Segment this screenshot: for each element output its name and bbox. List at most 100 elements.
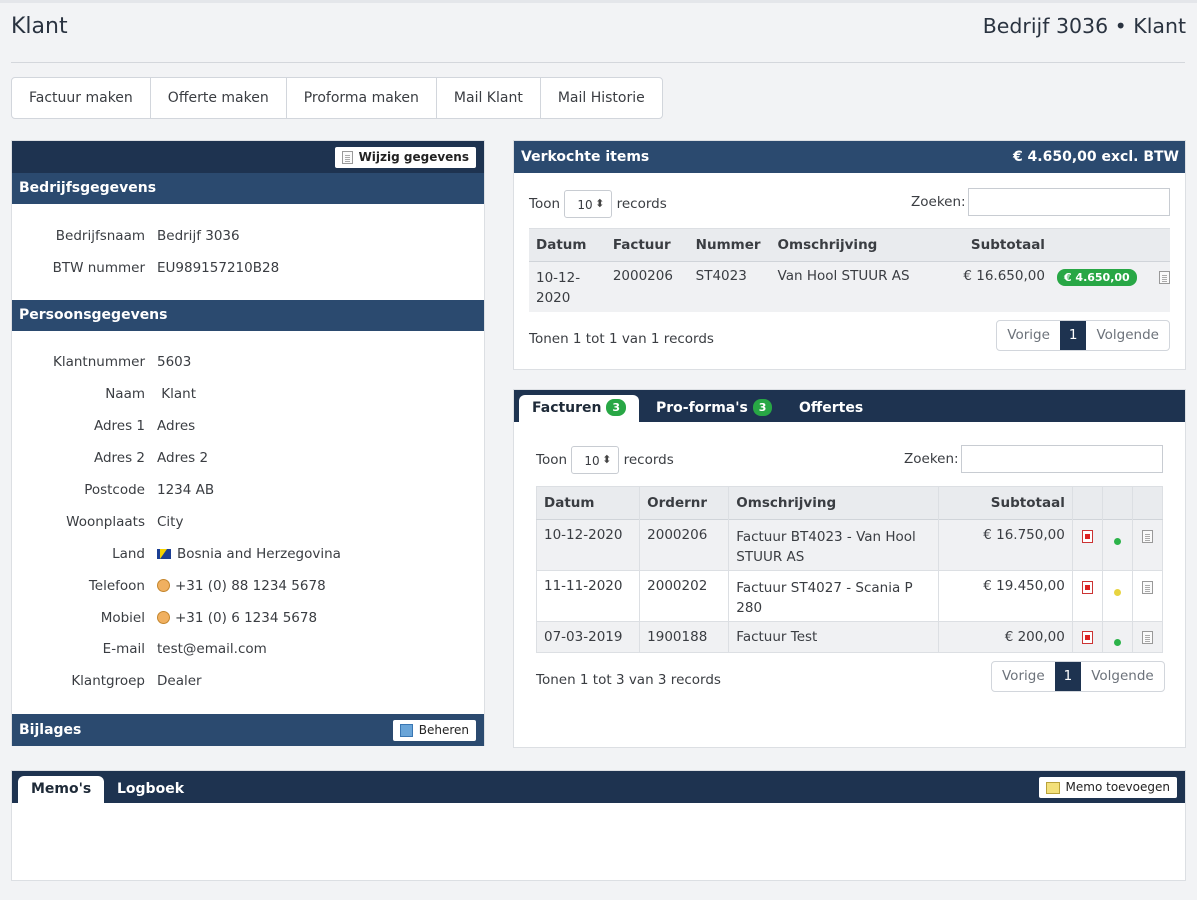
mobile-number: +31 (0) 6 1234 5678	[175, 610, 318, 626]
pdf-icon[interactable]	[1081, 530, 1093, 543]
sold-pagination: Vorige 1 Volgende	[996, 320, 1170, 351]
address1-label: Adres 1	[93, 418, 145, 434]
tab-proformas[interactable]: Pro-forma's 3	[643, 395, 785, 422]
row-subtotal: € 16.750,00	[938, 519, 1073, 571]
sold-items-panel: Verkochte items € 4.650,00 excl. BTW Too…	[513, 140, 1186, 370]
customer-group-label: Klantgroep	[71, 673, 145, 689]
table-row: 11-11-2020 2000202 Factuur ST4027 - Scan…	[536, 570, 1163, 622]
col-subtotal[interactable]: Subtotaal	[938, 486, 1073, 520]
sold-search-label: Zoeken:	[911, 194, 966, 210]
invoices-pagination: Vorige 1 Volgende	[991, 661, 1165, 692]
city-value: City	[157, 514, 184, 530]
tab-quotes[interactable]: Offertes	[786, 395, 876, 422]
vat-number-label: BTW nummer	[52, 260, 145, 276]
row-date: 07-03-2019	[536, 621, 641, 653]
mail-history-button[interactable]: Mail Historie	[541, 78, 662, 118]
sold-table-info: Tonen 1 tot 1 van 1 records	[529, 331, 714, 347]
page-subtitle: Bedrijf 3036 • Klant	[982, 14, 1186, 38]
col-invoice[interactable]: Factuur	[613, 229, 696, 262]
phone-number: +31 (0) 88 1234 5678	[175, 578, 326, 594]
row-order: 1900188	[639, 621, 730, 653]
company-name-value: Bedrijf 3036	[157, 228, 240, 244]
divider	[11, 62, 1185, 63]
document-icon[interactable]	[1141, 530, 1153, 543]
col-date[interactable]: Datum	[536, 486, 641, 520]
page-1-button[interactable]: 1	[1054, 662, 1082, 691]
pdf-icon[interactable]	[1081, 581, 1093, 594]
show-label: Toon	[529, 196, 561, 212]
row-description: Factuur BT4023 - Van Hool STUUR AS	[728, 519, 939, 571]
col-date[interactable]: Datum	[529, 229, 613, 262]
page-size-select[interactable]: 10	[564, 190, 613, 218]
tab-invoices[interactable]: Facturen 3	[519, 395, 640, 422]
mobile-value[interactable]: +31 (0) 6 1234 5678	[157, 610, 317, 626]
email-value[interactable]: test@email.com	[157, 641, 267, 657]
show-label: Toon	[536, 452, 568, 468]
next-page-button[interactable]: Volgende	[1081, 662, 1164, 691]
row-order: 2000202	[639, 570, 730, 622]
company-section-header: Bedrijfsgegevens	[12, 173, 484, 204]
col-subtotal[interactable]: Subtotaal	[931, 229, 1045, 262]
proformas-count-badge: 3	[752, 399, 773, 416]
col-description[interactable]: Omschrijving	[728, 486, 939, 520]
phone-icon	[157, 579, 170, 592]
tab-logbook[interactable]: Logboek	[104, 776, 197, 803]
row-subtotal: € 19.450,00	[938, 570, 1073, 622]
page-size-select[interactable]: 10	[571, 446, 620, 474]
tab-memos[interactable]: Memo's	[18, 776, 105, 803]
customer-panel: Wijzig gegevens Bedrijfsgegevens Bedrijf…	[11, 140, 485, 746]
row-number: ST4023	[695, 268, 747, 284]
status-dot-icon	[1113, 538, 1121, 545]
row-actions: € 4.650,00	[1045, 262, 1170, 312]
mail-customer-button[interactable]: Mail Klant	[437, 78, 541, 118]
table-row: 10-12-2020 2000206 Factuur BT4023 - Van …	[536, 519, 1163, 571]
name-value: Klant	[157, 386, 197, 402]
memo-tab-bar: Memo's Logboek Memo toevoegen	[12, 771, 1185, 803]
col-description[interactable]: Omschrijving	[778, 229, 932, 262]
row-date: 10-12-2020	[536, 519, 641, 571]
document-icon[interactable]	[1141, 631, 1153, 644]
row-description: Van Hool STUUR AS	[777, 268, 910, 284]
document-icon	[341, 151, 353, 164]
sold-length-control: Toon 10 records	[529, 190, 667, 218]
document-icon[interactable]	[1159, 271, 1170, 284]
sold-items-table: Datum Factuur Nummer Omschrijving Subtot…	[529, 228, 1170, 312]
invoices-table: Datum Ordernr Omschrijving Subtotaal 10-…	[536, 486, 1163, 653]
col-order[interactable]: Ordernr	[639, 486, 730, 520]
address2-label: Adres 2	[93, 450, 145, 466]
country-label: Land	[112, 546, 145, 562]
create-quote-button[interactable]: Offerte maken	[151, 78, 287, 118]
edit-details-button[interactable]: Wijzig gegevens	[334, 147, 476, 168]
previous-page-button[interactable]: Vorige	[992, 662, 1055, 691]
pdf-icon[interactable]	[1081, 631, 1093, 644]
create-proforma-button[interactable]: Proforma maken	[287, 78, 437, 118]
customer-panel-header: Wijzig gegevens	[12, 141, 484, 173]
previous-page-button[interactable]: Vorige	[997, 321, 1060, 350]
invoices-search-input[interactable]	[961, 445, 1163, 473]
country-value: Bosnia and Herzegovina	[157, 546, 341, 562]
country-flag-icon	[157, 549, 171, 559]
sold-search-input[interactable]	[968, 188, 1170, 216]
document-icon[interactable]	[1141, 581, 1153, 594]
documents-tab-panel: Facturen 3 Pro-forma's 3 Offertes Toon 1…	[513, 389, 1186, 748]
address2-value: Adres 2	[157, 450, 209, 466]
attachments-header: Bijlages Beheren	[12, 714, 484, 746]
phone-value[interactable]: +31 (0) 88 1234 5678	[157, 578, 326, 594]
phone-label: Telefoon	[88, 578, 145, 594]
next-page-button[interactable]: Volgende	[1086, 321, 1169, 350]
col-number[interactable]: Nummer	[696, 229, 778, 262]
page-1-button[interactable]: 1	[1059, 321, 1087, 350]
email-label: E-mail	[102, 641, 145, 657]
add-memo-button[interactable]: Memo toevoegen	[1038, 777, 1177, 798]
row-date: 10-12-2020	[536, 270, 581, 306]
status-dot-icon	[1113, 639, 1121, 646]
country-name: Bosnia and Herzegovina	[177, 546, 341, 562]
customer-group-value: Dealer	[157, 673, 202, 689]
manage-attachments-button[interactable]: Beheren	[392, 720, 476, 741]
manage-label: Beheren	[418, 723, 469, 737]
page-title: Klant	[11, 14, 68, 39]
action-toolbar: Factuur maken Offerte maken Proforma mak…	[11, 77, 663, 119]
row-invoice: 2000206	[612, 268, 673, 284]
create-invoice-button[interactable]: Factuur maken	[12, 78, 151, 118]
postcode-label: Postcode	[84, 482, 145, 498]
